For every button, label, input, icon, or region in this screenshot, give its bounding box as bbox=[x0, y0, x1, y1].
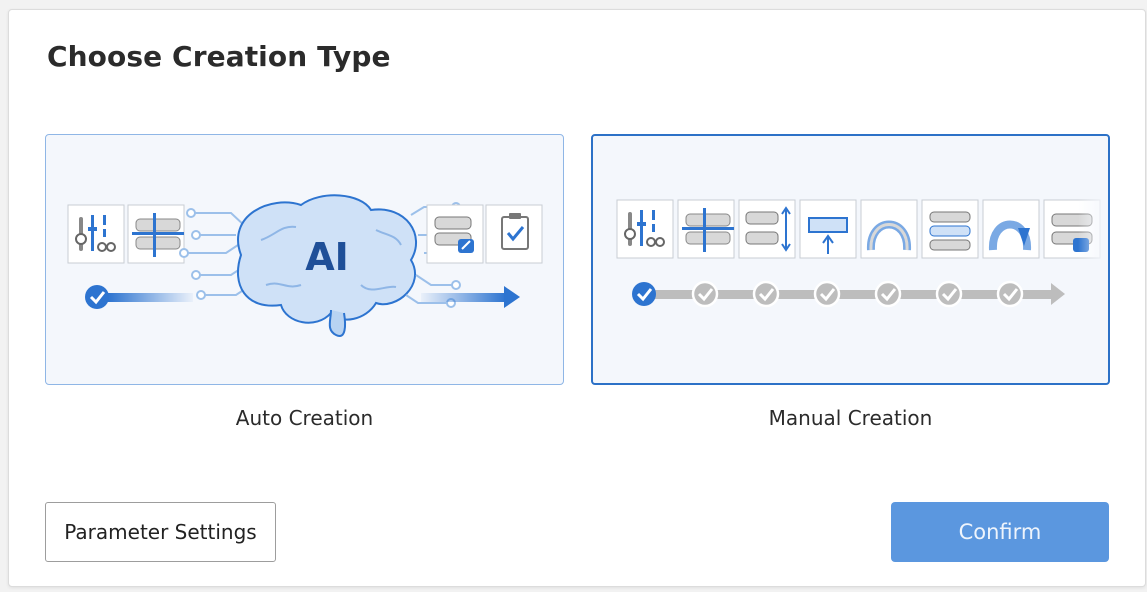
teeth-adjust-icon bbox=[738, 199, 796, 259]
manual-step-progress bbox=[632, 280, 1065, 308]
dental-cut-icon bbox=[677, 199, 735, 259]
auto-creation-label: Auto Creation bbox=[235, 406, 374, 430]
clipboard-check-icon bbox=[485, 204, 543, 264]
teeth-stack-icon bbox=[921, 199, 979, 259]
parameters-tools-icon bbox=[67, 204, 125, 264]
parameters-tools-icon bbox=[616, 199, 674, 259]
choose-creation-type-dialog: Choose Creation Type AI Auto Creation Ma… bbox=[8, 9, 1146, 587]
auto-creation-illustration: AI bbox=[67, 194, 543, 337]
auto-creation-card[interactable]: AI bbox=[45, 134, 564, 385]
step-pending-icon bbox=[935, 280, 963, 308]
arch-trim-icon bbox=[982, 199, 1040, 259]
denture-edit-icon bbox=[426, 204, 484, 264]
ai-brain-icon: AI bbox=[236, 194, 417, 337]
manual-creation-label: Manual Creation bbox=[768, 406, 933, 430]
step-pending-icon bbox=[874, 280, 902, 308]
manual-creation-card[interactable] bbox=[591, 134, 1110, 385]
svg-text:AI: AI bbox=[305, 235, 349, 279]
confirm-button[interactable]: Confirm bbox=[891, 502, 1109, 562]
dental-cut-icon bbox=[127, 204, 185, 264]
dialog-title: Choose Creation Type bbox=[47, 40, 391, 73]
parameter-settings-button[interactable]: Parameter Settings bbox=[45, 502, 276, 562]
step-pending-icon bbox=[752, 280, 780, 308]
manual-creation-illustration bbox=[616, 196, 1108, 308]
step-done-icon bbox=[632, 282, 656, 306]
step-pending-icon bbox=[813, 280, 841, 308]
arch-raise-icon bbox=[799, 199, 857, 259]
step-pending-icon bbox=[691, 280, 719, 308]
step-pending-icon bbox=[996, 280, 1024, 308]
arch-icon bbox=[860, 199, 918, 259]
